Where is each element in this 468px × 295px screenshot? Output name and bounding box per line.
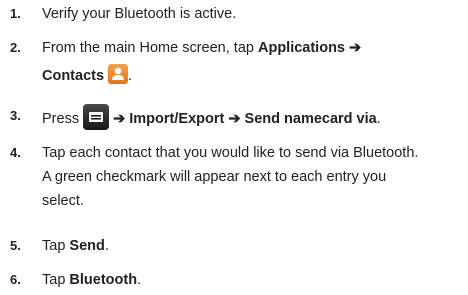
step-text: Tap Send.	[42, 238, 109, 254]
bluetooth-label: Bluetooth	[69, 272, 138, 288]
step-text: From the main Home screen, tap Applicati…	[42, 40, 362, 84]
send-label: Send	[69, 238, 105, 254]
arrow: ➔	[349, 40, 362, 56]
send-namecard-label: Send namecard via	[244, 111, 377, 127]
step-number: 1.	[10, 6, 21, 21]
menu-key-icon	[83, 104, 110, 130]
step-number: 4.	[10, 145, 21, 160]
step-number: 6.	[10, 272, 21, 287]
step-text: Press ➔ Import/Export ➔ Send namecard via…	[42, 104, 462, 130]
contacts-label: Contacts	[42, 68, 105, 84]
step-number: 2.	[10, 40, 21, 55]
arrow: ➔	[228, 111, 241, 127]
arrow: ➔	[113, 111, 126, 127]
import-export-label: Import/Export	[129, 111, 225, 127]
step-number: 5.	[10, 238, 21, 253]
contacts-icon	[108, 64, 129, 84]
step-text: Verify your Bluetooth is active.	[42, 6, 237, 22]
step-number: 3.	[10, 108, 21, 123]
applications-label: Applications	[257, 40, 345, 56]
step-text: Tap Bluetooth.	[42, 272, 142, 288]
step-text: Tap each contact that you would like to …	[42, 145, 419, 209]
